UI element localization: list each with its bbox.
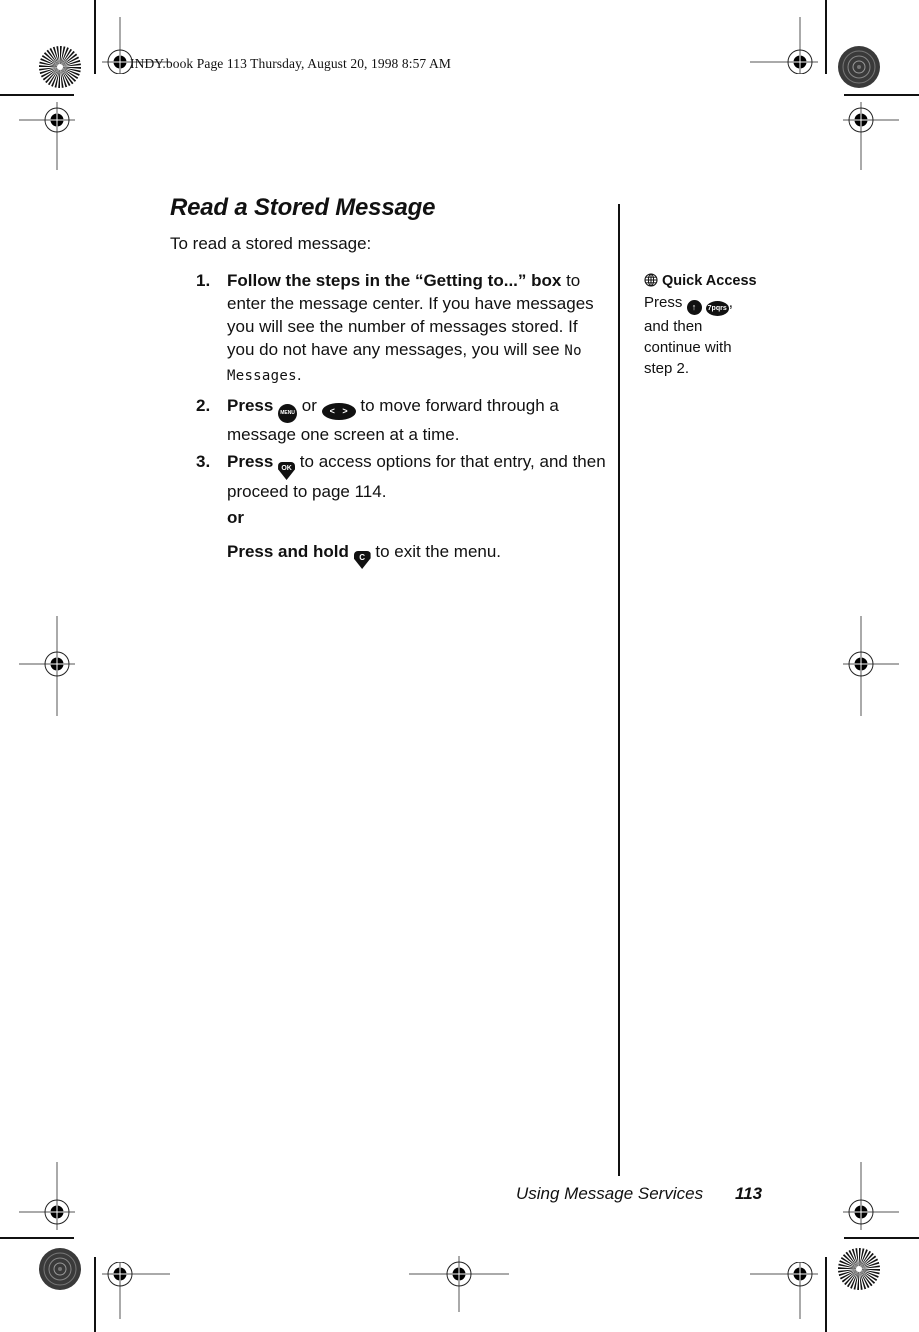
sidebar-line: continue with [644, 339, 732, 356]
registration-mark-icon [843, 1162, 899, 1230]
registration-mark-icon [750, 1262, 818, 1319]
page-title: Read a Stored Message [170, 194, 436, 221]
starburst-mark-icon [38, 45, 82, 89]
or-text: or [301, 396, 317, 415]
press-line: Press ↑ 7pqrs, [644, 292, 784, 316]
registration-mark-icon [102, 1262, 170, 1319]
alt-step: Press and hold C to exit the menu. [196, 540, 606, 569]
crop-line [825, 0, 827, 74]
step-instruction: Press [227, 396, 274, 415]
gray-target-mark-icon [38, 1247, 82, 1291]
up-arrow-key-icon: ↑ [686, 300, 702, 315]
column-divider [618, 204, 620, 1176]
punctuation: , [728, 294, 733, 311]
crop-line [844, 94, 919, 96]
crop-line [844, 1237, 919, 1239]
crop-line [0, 94, 74, 96]
gray-target-mark-icon [837, 45, 881, 89]
registration-mark-icon [19, 616, 75, 716]
page-number: 113 [735, 1184, 763, 1203]
step-instruction: Press [227, 452, 274, 471]
crop-line [0, 1237, 74, 1239]
step-text: to exit the menu. [375, 542, 502, 561]
print-slug: INDY.book Page 113 Thursday, August 20, … [130, 56, 451, 71]
registration-mark-icon [843, 616, 899, 716]
ok-key-icon: OK [278, 462, 296, 480]
quick-access-heading: Quick Access [644, 271, 784, 292]
starburst-mark-icon [837, 1247, 881, 1291]
sidebar-line: step 2. [644, 360, 690, 377]
scroll-right-glyph: > [342, 406, 348, 416]
quick-access-note: Quick Access Press ↑ 7pqrs, and then con… [644, 271, 784, 379]
step-3: 3. Press OK to access options for that e… [196, 450, 606, 503]
step-instruction: Press and hold [227, 542, 349, 561]
sidebar-line: and then [644, 318, 703, 335]
crop-line [94, 1257, 96, 1332]
menu-key-icon: MENU [278, 404, 298, 423]
step-number: 2. [196, 396, 211, 415]
intro-text: To read a stored message: [170, 234, 372, 253]
press-text: Press [644, 294, 683, 311]
step-2: 2. Press MENU or < > to move forward thr… [196, 394, 606, 446]
step-text: to move forward through a message one sc… [227, 396, 559, 444]
crop-line [94, 0, 96, 74]
scroll-key-icon: < > [321, 403, 356, 420]
footer-section-title: Using Message Services [516, 1184, 704, 1203]
step-instruction: Follow the steps in the “Getting to...” … [227, 271, 562, 290]
heading-text: Quick Access [662, 273, 757, 289]
registration-mark-icon [19, 102, 75, 170]
step-text: to access options for that entry, and th… [227, 452, 606, 501]
globe-icon [644, 273, 658, 287]
scroll-left-glyph: < [329, 406, 335, 416]
seven-key-icon: 7pqrs [705, 301, 729, 316]
crop-line [825, 1257, 827, 1332]
step-number: 3. [196, 452, 211, 471]
or-separator: or [196, 506, 606, 529]
punctuation: . [296, 365, 302, 384]
clear-key-icon: C [353, 551, 371, 569]
step-1: 1. Follow the steps in the “Getting to..… [196, 269, 606, 388]
registration-mark-icon [409, 1256, 509, 1312]
registration-mark-icon [19, 1162, 75, 1230]
registration-mark-icon [750, 17, 818, 74]
or-label: or [227, 508, 244, 527]
registration-mark-icon [843, 102, 899, 170]
step-number: 1. [196, 271, 211, 290]
